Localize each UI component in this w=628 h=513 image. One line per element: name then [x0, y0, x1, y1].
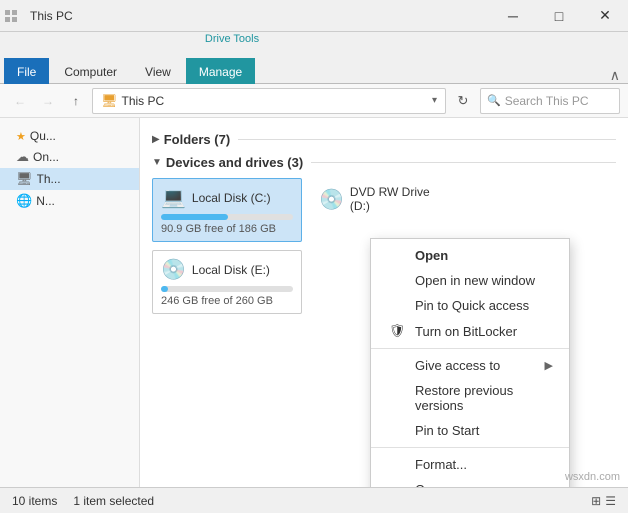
window-title: This PC — [30, 9, 73, 23]
drive-c-top: 💻 Local Disk (C:) — [161, 185, 293, 210]
drive-c-bar-fill — [161, 214, 228, 220]
drive-tools-label: Drive Tools — [199, 32, 265, 45]
drive-c[interactable]: 💻 Local Disk (C:) 90.9 GB free of 186 GB — [152, 178, 302, 242]
title-bar-controls: ─ □ ✕ — [490, 0, 628, 32]
drive-e-icon: 💿 — [161, 257, 186, 282]
address-dropdown-icon[interactable]: ▾ — [432, 95, 437, 106]
network-icon: 🌐 — [16, 193, 32, 209]
drives-section-line — [311, 162, 616, 163]
status-bar: 10 items 1 item selected ⊞ ☰ — [0, 487, 628, 513]
address-bar: ← → ↑ 🖥 This PC ▾ ↻ 🔍 Search This PC — [0, 84, 628, 118]
close-button[interactable]: ✕ — [582, 0, 628, 32]
cloud-icon: ☁ — [16, 149, 29, 165]
tab-computer[interactable]: Computer — [51, 58, 130, 84]
drive-d-top: 💿 DVD RW Drive (D:) — [319, 185, 451, 213]
ctx-format[interactable]: Format... — [371, 452, 569, 477]
ctx-open[interactable]: Open — [371, 243, 569, 268]
ribbon-collapse-icon[interactable]: ∧ — [610, 67, 620, 84]
maximize-button[interactable]: □ — [536, 0, 582, 32]
drive-d[interactable]: 💿 DVD RW Drive (D:) — [310, 178, 460, 242]
drive-e-bar-fill — [161, 286, 168, 292]
computer-icon: 🖥 — [16, 171, 33, 187]
ctx-separator-2 — [371, 447, 569, 448]
sidebar-item-network[interactable]: 🌐 N... — [0, 190, 139, 212]
ctx-copy[interactable]: Copy — [371, 477, 569, 487]
sidebar-item-onedrive[interactable]: ☁ On... — [0, 146, 139, 168]
drive-e[interactable]: 💿 Local Disk (E:) 246 GB free of 260 GB — [152, 250, 302, 314]
title-bar: This PC ─ □ ✕ — [0, 0, 628, 32]
drive-d-name: DVD RW Drive (D:) — [350, 185, 451, 213]
forward-button[interactable]: → — [36, 89, 60, 113]
tab-view[interactable]: View — [132, 58, 184, 84]
ctx-bitlocker[interactable]: 🛡 Turn on BitLocker — [371, 318, 569, 344]
ctx-pin-start[interactable]: Pin to Start — [371, 418, 569, 443]
ctx-open-new-window[interactable]: Open in new window — [371, 268, 569, 293]
ctx-restore-versions[interactable]: Restore previous versions — [371, 378, 569, 418]
drive-e-name: Local Disk (E:) — [192, 263, 270, 277]
ctx-arrow-icon: ▶ — [545, 359, 553, 372]
folders-section-line — [238, 139, 616, 140]
search-icon: 🔍 — [487, 94, 501, 107]
drive-c-space: 90.9 GB free of 186 GB — [161, 223, 293, 235]
view-list-button[interactable]: ☰ — [605, 494, 616, 508]
folders-collapse-icon: ▶ — [152, 134, 160, 145]
sidebar: ★ Qu... ☁ On... 🖥 Th... 🌐 N... — [0, 118, 140, 487]
tab-manage[interactable]: Manage — [186, 58, 255, 84]
ctx-give-access[interactable]: Give access to ▶ — [371, 353, 569, 378]
ctx-pin-quick-access[interactable]: Pin to Quick access — [371, 293, 569, 318]
selected-count: 1 item selected — [73, 494, 154, 508]
drive-c-name: Local Disk (C:) — [192, 191, 271, 205]
drive-e-space: 246 GB free of 260 GB — [161, 295, 293, 307]
drive-e-bar-bg — [161, 286, 293, 292]
minimize-button[interactable]: ─ — [490, 0, 536, 32]
folders-section-header[interactable]: ▶ Folders (7) — [152, 132, 616, 147]
title-bar-icons — [4, 9, 18, 23]
ctx-shield-icon: 🛡 — [387, 323, 407, 339]
content-area: ▶ Folders (7) ▼ Devices and drives (3) 💻… — [140, 118, 628, 487]
view-icons-button[interactable]: ⊞ — [591, 494, 601, 508]
refresh-button[interactable]: ↻ — [450, 88, 476, 114]
search-box[interactable]: 🔍 Search This PC — [480, 88, 620, 114]
drives-section-header[interactable]: ▼ Devices and drives (3) — [152, 155, 616, 170]
drive-e-top: 💿 Local Disk (E:) — [161, 257, 293, 282]
tab-file[interactable]: File — [4, 58, 49, 84]
back-button[interactable]: ← — [8, 89, 32, 113]
search-placeholder: Search This PC — [505, 94, 589, 108]
drive-d-icon: 💿 — [319, 187, 344, 212]
sidebar-item-quick-access[interactable]: ★ Qu... — [0, 126, 139, 146]
drive-c-icon: 💻 — [161, 185, 186, 210]
drive-c-bar-bg — [161, 214, 293, 220]
ctx-separator-1 — [371, 348, 569, 349]
address-folder-icon: 🖥 — [101, 93, 118, 109]
address-text: This PC — [122, 94, 428, 108]
star-icon: ★ — [16, 130, 26, 143]
sidebar-item-this-pc[interactable]: 🖥 Th... — [0, 168, 139, 190]
main-area: ★ Qu... ☁ On... 🖥 Th... 🌐 N... ▶ Folders… — [0, 118, 628, 487]
drives-collapse-icon: ▼ — [152, 157, 162, 168]
context-menu: Open Open in new window Pin to Quick acc… — [370, 238, 570, 487]
watermark: wsxdn.com — [565, 471, 620, 483]
items-count: 10 items — [12, 494, 57, 508]
address-box[interactable]: 🖥 This PC ▾ — [92, 88, 446, 114]
title-bar-left: This PC — [4, 9, 73, 23]
titlebar-nav-icon — [4, 9, 18, 23]
up-button[interactable]: ↑ — [64, 89, 88, 113]
